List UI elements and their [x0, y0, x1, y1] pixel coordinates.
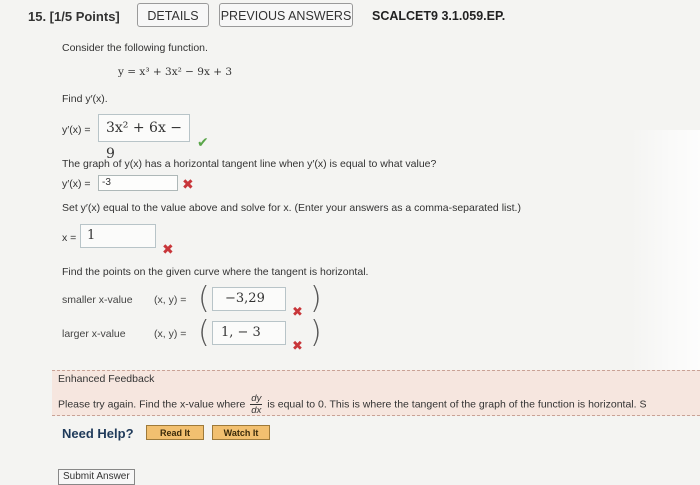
open-paren: ( [198, 281, 210, 316]
question-number: 15. [1/5 Points] [28, 9, 120, 24]
feedback-text: Please try again. Find the x-value where… [58, 393, 646, 416]
fraction-numerator: dy [250, 393, 263, 405]
part3-prompt: Set y′(x) equal to the value above and s… [62, 202, 521, 214]
previous-answers-button[interactable]: PREVIOUS ANSWERS [219, 3, 353, 27]
question-header: 15. [1/5 Points] DETAILS PREVIOUS ANSWER… [0, 0, 700, 30]
details-button[interactable]: DETAILS [137, 3, 209, 27]
part1-prompt: Find y′(x). [62, 93, 108, 105]
read-it-button[interactable]: Read It [146, 425, 204, 440]
incorrect-x-icon: ✖ [182, 176, 194, 192]
larger-x-label: larger x-value [62, 328, 126, 340]
need-help-label: Need Help? [62, 426, 134, 441]
derivative-answer-field[interactable]: 3x² + 6x − 9 [98, 114, 190, 162]
fraction-denominator: dx [251, 405, 262, 416]
feedback-title: Enhanced Feedback [58, 373, 155, 385]
incorrect-x-icon: ✖ [292, 338, 303, 353]
larger-point-field[interactable]: 1, − 3 [212, 321, 286, 345]
part1-label: y′(x) = [62, 124, 91, 136]
part4-prompt: Find the points on the given curve where… [62, 266, 369, 278]
intro-instruction: Consider the following function. [62, 42, 208, 54]
problem-identifier: SCALCET9 3.1.059.EP. [372, 9, 506, 23]
part2-prompt: The graph of y(x) has a horizontal tange… [62, 158, 437, 170]
enhanced-feedback-panel: Enhanced Feedback Please try again. Find… [52, 370, 700, 416]
part2-label: y′(x) = [62, 178, 91, 190]
close-paren: ) [310, 281, 322, 316]
open-paren: ( [198, 315, 210, 350]
feedback-text-before: Please try again. Find the x-value where [58, 398, 246, 411]
smaller-point-field[interactable]: −3,29 [212, 287, 286, 311]
incorrect-x-icon: ✖ [292, 304, 303, 319]
tangent-value-input[interactable]: -3 [98, 175, 178, 191]
dy-dx-fraction: dy dx [250, 393, 263, 416]
smaller-x-label: smaller x-value [62, 294, 133, 306]
part3-label: x = [62, 232, 77, 244]
point-label: (x, y) = [154, 294, 187, 306]
watch-it-button[interactable]: Watch It [212, 425, 270, 440]
feedback-text-after: is equal to 0. This is where the tangent… [267, 398, 647, 411]
correct-check-icon: ✔ [197, 134, 209, 150]
close-paren: ) [310, 315, 322, 350]
submit-answer-button[interactable]: Submit Answer [58, 469, 135, 485]
incorrect-x-icon: ✖ [162, 241, 174, 257]
screen-glare [630, 130, 700, 370]
point-label: (x, y) = [154, 328, 187, 340]
function-expression: y = x³ + 3x² − 9x + 3 [118, 66, 233, 78]
x-solutions-field[interactable]: 1 [80, 224, 156, 248]
